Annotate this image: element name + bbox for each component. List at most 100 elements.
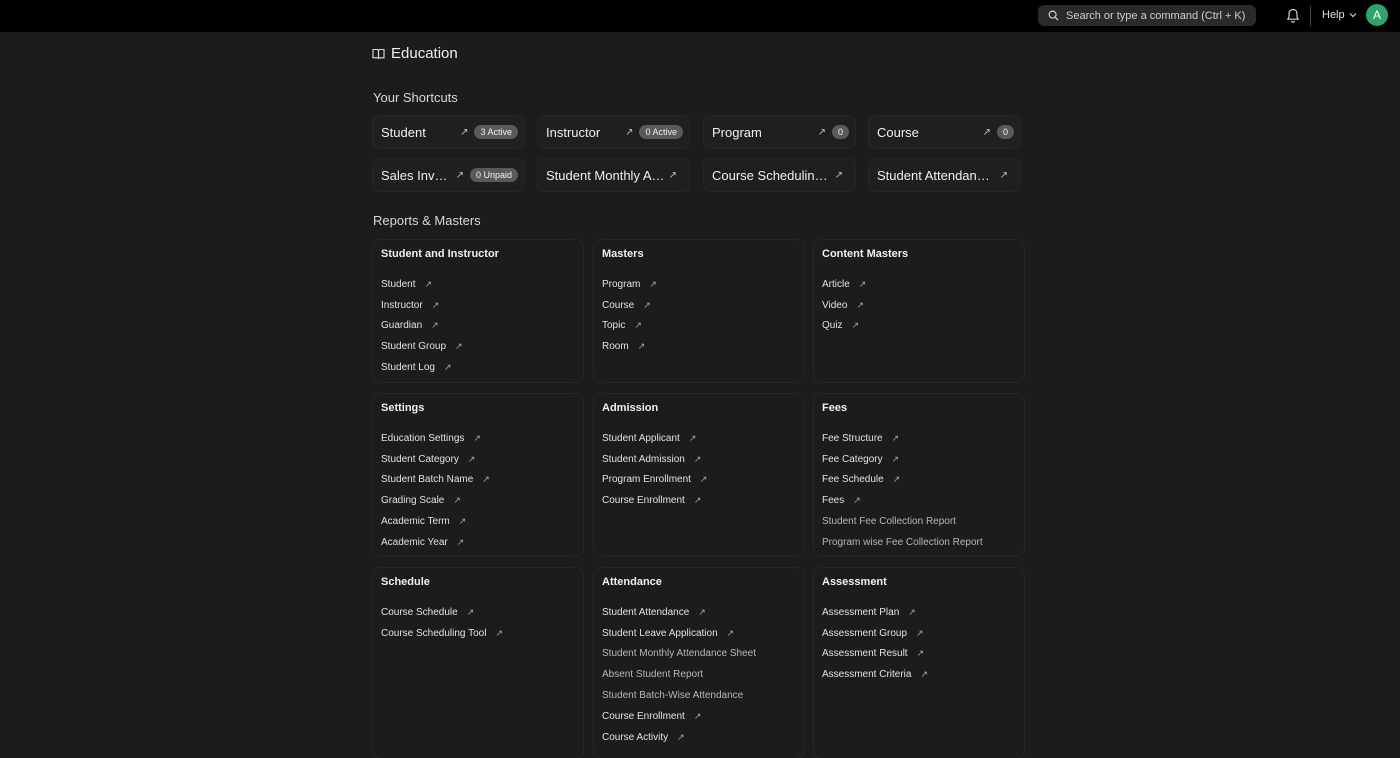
link-guardian[interactable]: Guardian ↗ [381,316,575,337]
link-label: Topic [602,320,626,332]
link-course-enrollment[interactable]: Course Enrollment ↗ [602,706,796,727]
card-title: Attendance [602,576,662,588]
shortcut-label: Program [712,124,762,140]
count-badge: 0 Active [639,125,683,139]
shortcut-instructor[interactable]: Instructor ↗ 0 Active [538,116,689,148]
link-video[interactable]: Video ↗ [822,295,1016,316]
link-student-admission[interactable]: Student Admission ↗ [602,449,796,470]
arrow-up-right-icon: ↗ [443,362,452,373]
link-instructor[interactable]: Instructor ↗ [381,295,575,316]
arrow-up-right-icon: ↗ [455,341,463,352]
link-academic-year[interactable]: Academic Year ↗ [381,532,575,553]
link-label: Fee Category [822,453,883,465]
page-title-text: Education [391,45,458,62]
link-label: Student Attendance [602,606,690,618]
link-grading-scale[interactable]: Grading Scale ↗ [381,490,575,511]
arrow-up-right-icon: ↗ [431,299,440,310]
card-title: Schedule [381,576,430,588]
arrow-up-right-icon: ↗ [693,495,702,506]
link-academic-term[interactable]: Academic Term ↗ [381,511,575,532]
link-label: Student Group [381,341,447,353]
link-fee-schedule[interactable]: Fee Schedule ↗ [822,470,1016,491]
arrow-up-right-icon: ↗ [693,453,702,464]
link-assessment-criteria[interactable]: Assessment Criteria ↗ [822,664,1016,685]
link-absent-student-report[interactable]: Absent Student Report [602,664,796,685]
link-program-enrollment[interactable]: Program Enrollment ↗ [602,470,796,491]
card-fees: Fees Fee Structure ↗ Fee Category ↗ Fee Sc… [814,394,1024,556]
link-assessment-plan[interactable]: Assessment Plan ↗ [822,602,1016,623]
link-label: Course Scheduling Tool [381,627,487,639]
link-quiz[interactable]: Quiz ↗ [822,316,1016,337]
card-title: Content Masters [822,248,909,260]
link-student-leave-application[interactable]: Student Leave Application ↗ [602,623,796,644]
link-assessment-result[interactable]: Assessment Result ↗ [822,644,1016,665]
link-student-batch-wise-attendance[interactable]: Student Batch-Wise Attendance [602,685,796,706]
link-student-category[interactable]: Student Category ↗ [381,449,575,470]
card-title: Assessment [822,576,887,588]
link-student-applicant[interactable]: Student Applicant ↗ [602,428,796,449]
link-course-enrollment[interactable]: Course Enrollment ↗ [602,490,796,511]
card-settings: Settings Education Settings ↗ Student Cat… [373,394,583,556]
shortcut-student-attendance-tool[interactable]: Student Attendance Tool ↗ [869,159,1020,191]
arrow-up-right-icon: ↗ [817,126,826,138]
search-icon [1048,10,1059,21]
link-education-settings[interactable]: Education Settings ↗ [381,428,575,449]
link-assessment-group[interactable]: Assessment Group ↗ [822,623,1016,644]
link-topic[interactable]: Topic ↗ [602,316,796,337]
arrow-up-right-icon: ↗ [625,126,634,138]
arrow-up-right-icon: ↗ [834,169,843,181]
link-program-wise-fee-collection-report[interactable]: Program wise Fee Collection Report [822,532,1016,553]
link-student-batch-name[interactable]: Student Batch Name ↗ [381,470,575,491]
link-fees[interactable]: Fees ↗ [822,490,1016,511]
link-program[interactable]: Program ↗ [602,274,796,295]
arrow-up-right-icon: ↗ [892,474,901,485]
page-title: Education [372,45,458,62]
shortcut-student[interactable]: Student ↗ 3 Active [373,116,524,148]
link-student-monthly-attendance-sheet[interactable]: Student Monthly Attendance Sheet [602,644,796,665]
link-student-group[interactable]: Student Group ↗ [381,336,575,357]
arrow-up-right-icon: ↗ [982,126,991,138]
link-label: Student Fee Collection Report [822,516,956,528]
link-article[interactable]: Article ↗ [822,274,1016,295]
shortcut-program[interactable]: Program ↗ 0 [704,116,855,148]
top-navbar: Search or type a command (Ctrl + K) Help… [0,0,1400,32]
search-bar[interactable]: Search or type a command (Ctrl + K) [1038,5,1256,26]
link-student-fee-collection-report[interactable]: Student Fee Collection Report [822,511,1016,532]
arrow-up-right-icon: ↗ [467,453,476,464]
link-label: Program wise Fee Collection Report [822,536,983,548]
shortcut-label: Student Monthly Attendance Sheet [546,167,665,183]
card-attendance: Attendance Student Attendance ↗ Student L… [594,568,804,758]
link-fee-structure[interactable]: Fee Structure ↗ [822,428,1016,449]
arrow-up-right-icon: ↗ [643,299,651,310]
help-dropdown[interactable]: Help [1322,9,1357,21]
count-badge: 0 [831,125,849,139]
link-course-schedule[interactable]: Course Schedule ↗ [381,602,575,623]
arrow-up-right-icon: ↗ [693,710,702,721]
arrow-up-right-icon: ↗ [688,432,697,443]
link-student[interactable]: Student ↗ [381,274,575,295]
avatar[interactable]: A [1366,4,1388,26]
link-label: Student Applicant [602,432,680,444]
shortcut-course[interactable]: Course ↗ 0 [869,116,1020,148]
search-placeholder: Search or type a command (Ctrl + K) [1066,9,1246,22]
link-course[interactable]: Course ↗ [602,295,796,316]
card-masters: Masters Program ↗ Course ↗ Topic ↗ Room ↗ [594,240,804,382]
link-fee-category[interactable]: Fee Category ↗ [822,449,1016,470]
link-label: Course [602,299,635,311]
bell-icon[interactable] [1286,8,1300,24]
link-student-log[interactable]: Student Log ↗ [381,357,575,378]
arrow-up-right-icon: ↗ [482,474,490,485]
link-course-activity[interactable]: Course Activity ↗ [602,727,796,748]
shortcut-course-scheduling-tool[interactable]: Course Scheduling Tool ↗ [704,159,855,191]
help-label: Help [1322,9,1345,21]
link-label: Video [822,299,848,311]
link-room[interactable]: Room ↗ [602,336,796,357]
card-title: Settings [381,402,425,414]
link-course-scheduling-tool[interactable]: Course Scheduling Tool ↗ [381,623,575,644]
link-label: Assessment Plan [822,606,900,618]
link-label: Student Batch-Wise Attendance [602,690,744,702]
shortcut-sales-invoice[interactable]: Sales Invoice ↗ 0 Unpaid [373,159,524,191]
link-label: Assessment Group [822,627,908,639]
shortcut-student-monthly-attendance[interactable]: Student Monthly Attendance Sheet ↗ [538,159,689,191]
link-student-attendance[interactable]: Student Attendance ↗ [602,602,796,623]
